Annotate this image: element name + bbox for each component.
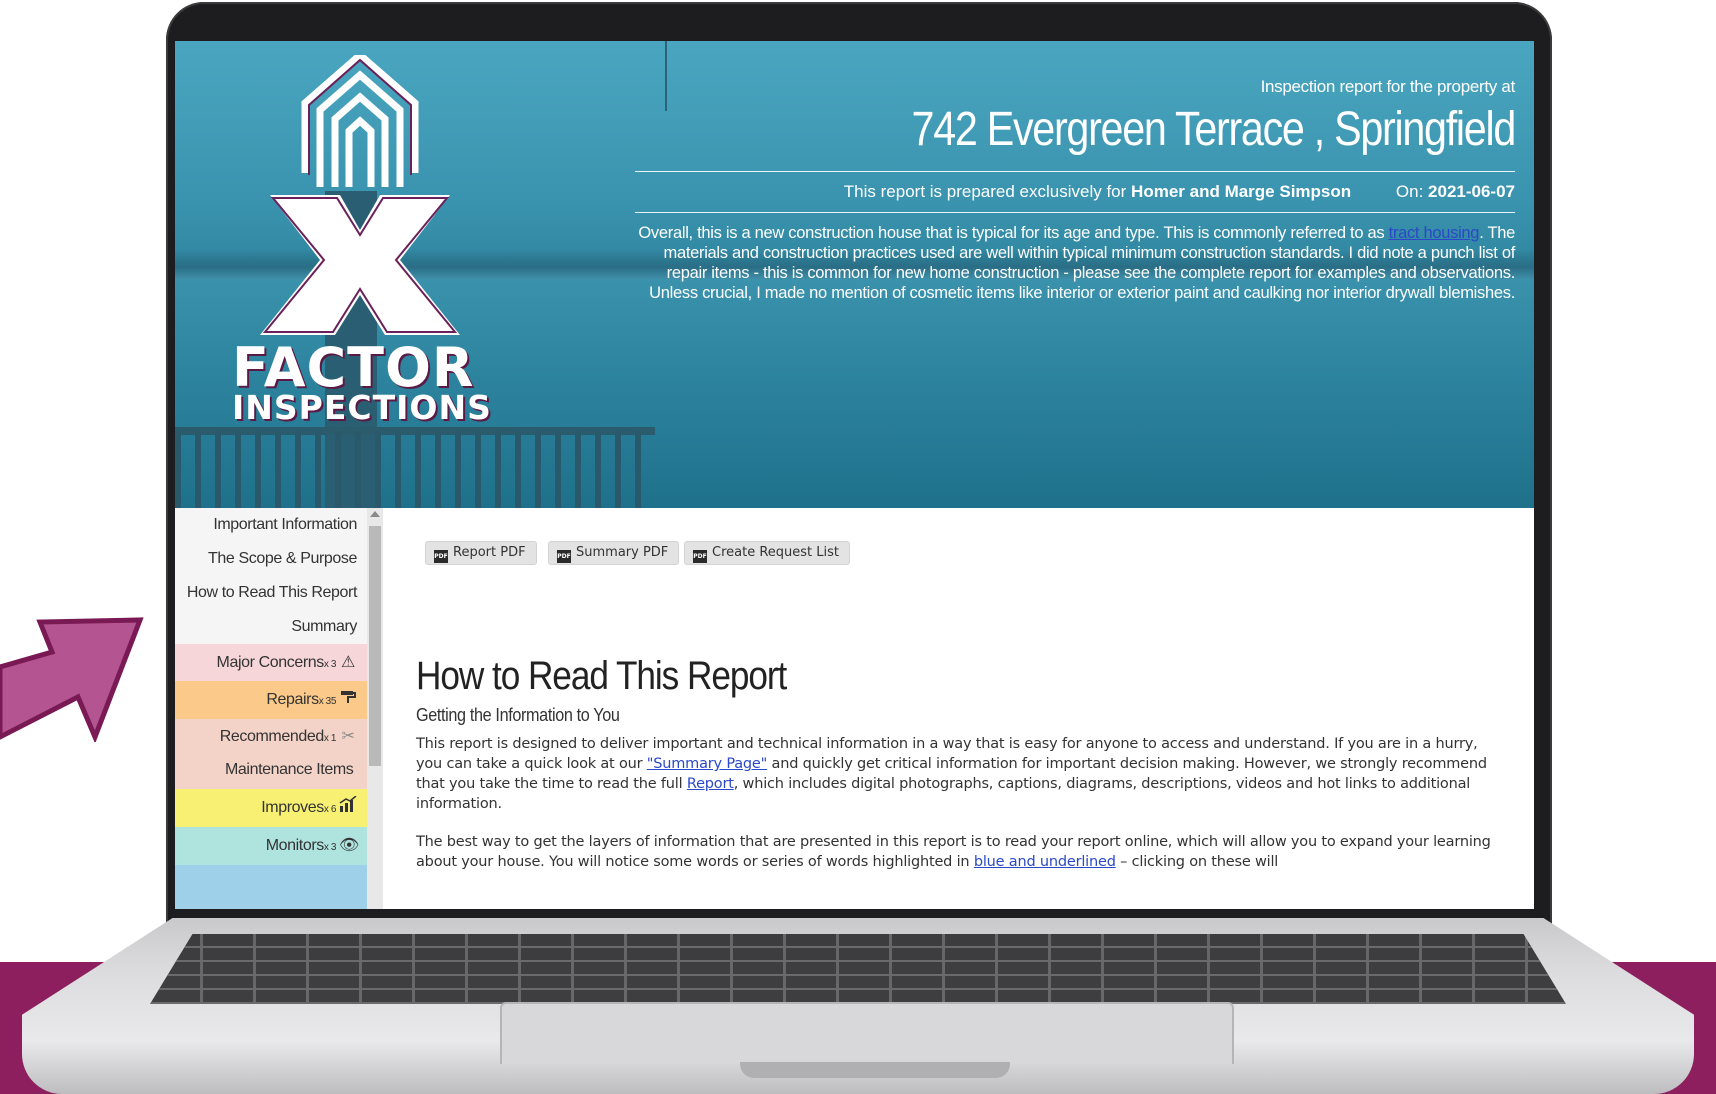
trackpad (500, 1002, 1234, 1064)
paint-roller-icon (339, 681, 357, 719)
summary-page-link[interactable]: "Summary Page" (647, 756, 768, 772)
sidebar-item-label: Important Information (213, 516, 357, 533)
sidebar-item-repairs[interactable]: Repairsx 35 (175, 681, 367, 719)
sidebar-item-important-information[interactable]: Important Information (175, 508, 367, 542)
sidebar-item-label: Major Concerns (216, 654, 325, 671)
sidebar-item-recommended[interactable]: Recommendedx 1 ✂ (175, 719, 367, 755)
overview-text-a: Overall, this is a new construction hous… (638, 224, 1385, 242)
client-name: Homer and Marge Simpson (1131, 182, 1352, 201)
summary-pdf-label: Summary PDF (576, 545, 669, 560)
keyboard-rows (150, 934, 1566, 1004)
sidebar-item-how-to-read[interactable]: How to Read This Report (175, 576, 367, 610)
report-date: 2021-06-07 (1428, 182, 1515, 201)
create-request-list-label: Create Request List (712, 545, 839, 560)
main-content: PDF Report PDF PDF Summary PDF PDF Create R… (383, 508, 1534, 909)
paragraph-online: The best way to get the layers of inform… (416, 832, 1506, 872)
summary-pdf-button[interactable]: PDF Summary PDF (548, 541, 680, 565)
sidebar-item-count: x 3 (323, 842, 337, 853)
report-header: Inspection report for the property at 74… (635, 77, 1517, 303)
chart-icon (339, 789, 357, 827)
lid-notch (740, 1062, 1010, 1078)
sidebar-item-label: Improves (261, 799, 324, 816)
sidebar-item-label: Monitors (265, 837, 325, 854)
prepared-prefix: This report is prepared exclusively for (843, 182, 1127, 201)
eye-icon: 👁 (339, 837, 359, 854)
sidebar-item-scope-purpose[interactable]: The Scope & Purpose (175, 542, 367, 576)
online-text-a: The best way to get the layers of inform… (416, 834, 1491, 870)
sidebar-item-count: x 6 (323, 804, 337, 815)
sidebar-item-count: x 1 (323, 733, 337, 744)
hero-railing (175, 431, 655, 508)
pdf-icon: PDF (557, 550, 571, 563)
sidebar-item-monitors[interactable]: Monitorsx 3 👁 (175, 827, 367, 865)
report-pdf-button[interactable]: PDF Report PDF (425, 541, 537, 565)
section-subtitle: Getting the Information to You (416, 705, 620, 725)
hero-banner: FACTOR INSPECTIONS Inspection report for… (175, 41, 1534, 508)
sidebar-item-next[interactable] (175, 865, 367, 909)
header-divider (635, 171, 1515, 172)
sidebar-item-label: Repairs (266, 691, 319, 708)
warning-icon: ⚠ (341, 654, 355, 671)
header-subtitle: Inspection report for the property at (1260, 77, 1516, 96)
blue-underlined-link[interactable]: blue and underlined (974, 854, 1116, 870)
tools-icon: ✂ (341, 728, 355, 745)
sidebar-item-maintenance[interactable]: Maintenance Items (175, 755, 367, 789)
date-label: On: (1395, 182, 1424, 201)
sidebar-item-label: Recommended (219, 728, 325, 745)
sidebar-item-label: The Scope & Purpose (208, 550, 357, 567)
page-title: How to Read This Report (416, 654, 787, 698)
header-divider-2 (635, 212, 1515, 213)
report-link[interactable]: Report (687, 776, 734, 792)
sidebar-item-count: x 35 (318, 696, 337, 707)
sidebar-item-label: Maintenance Items (225, 761, 354, 778)
sidebar-item-major-concerns[interactable]: Major Concernsx 3 ⚠ (175, 644, 367, 681)
screen: FACTOR INSPECTIONS Inspection report for… (175, 41, 1534, 909)
report-pdf-label: Report PDF (453, 545, 526, 560)
tract-housing-link[interactable]: tract housing (1389, 224, 1480, 242)
sidebar-item-label: How to Read This Report (186, 584, 358, 601)
sidebar-item-summary[interactable]: Summary (175, 610, 367, 644)
pdf-icon: PDF (434, 550, 448, 563)
scroll-up-icon[interactable] (370, 511, 380, 517)
pdf-icon: PDF (693, 550, 707, 563)
scroll-thumb[interactable] (369, 526, 381, 766)
create-request-list-button[interactable]: PDF Create Request List (684, 541, 850, 565)
paragraph-intro: This report is designed to deliver impor… (416, 734, 1506, 814)
sidebar-item-count: x 3 (323, 659, 337, 670)
logo-wordmark: FACTOR INSPECTIONS (232, 336, 492, 427)
sidebar-nav: Important Information The Scope & Purpos… (175, 508, 367, 909)
sidebar-item-improves[interactable]: Improvesx 6 (175, 789, 367, 827)
pointer-arrow-icon (0, 617, 144, 742)
property-address: 742 Evergreen Terrace , Springfield (911, 103, 1517, 156)
logo-line2: INSPECTIONS (232, 388, 492, 427)
report-overview: Overall, this is a new construction hous… (635, 223, 1515, 303)
sidebar-scrollbar[interactable] (367, 508, 383, 909)
prepared-for: This report is prepared exclusively for … (635, 182, 1515, 202)
sidebar-item-label: Summary (291, 618, 357, 635)
logo-line1: FACTOR (232, 336, 475, 399)
online-text-b: – clicking on these will (1115, 854, 1279, 870)
